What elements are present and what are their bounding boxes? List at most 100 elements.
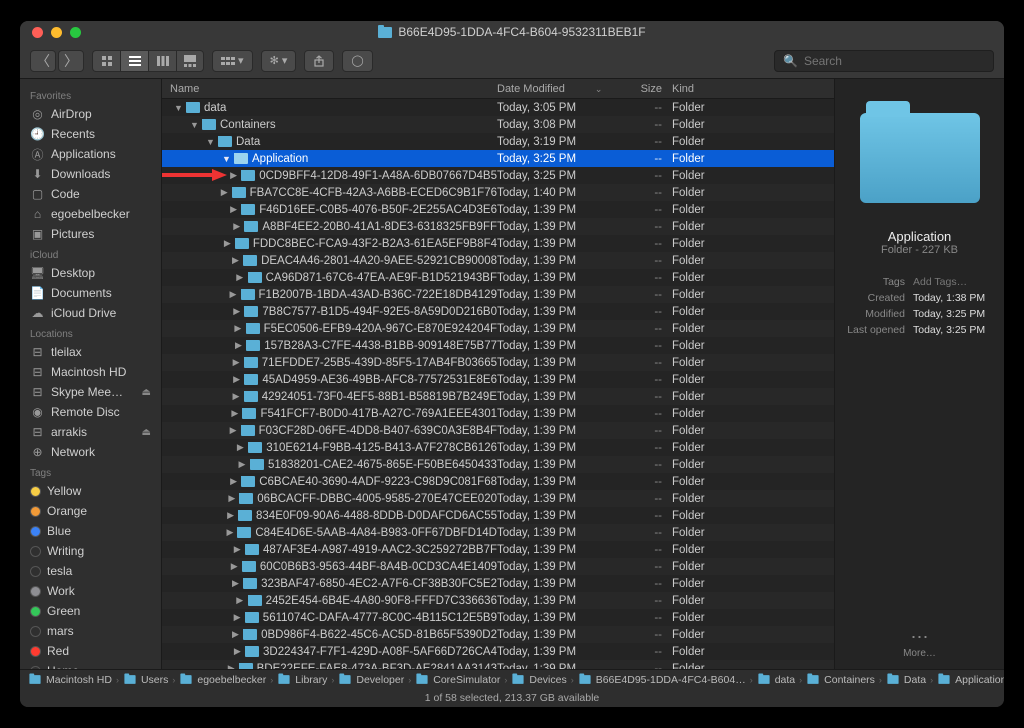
disclosure-triangle-icon[interactable]: ▶ <box>226 527 233 538</box>
sidebar-item[interactable]: mars <box>20 621 161 641</box>
file-row[interactable]: ▶310E6214-F9BB-4125-B413-A7F278CB6126Tod… <box>162 439 834 456</box>
disclosure-triangle-icon[interactable]: ▶ <box>234 646 242 657</box>
disclosure-triangle-icon[interactable]: ▶ <box>221 187 228 198</box>
file-row[interactable]: ▶F46D16EE-C0B5-4076-B50F-2E255AC4D3E6Tod… <box>162 201 834 218</box>
column-kind[interactable]: Kind <box>672 83 834 95</box>
path-item[interactable]: Users <box>123 674 168 686</box>
sidebar-item[interactable]: ▢Code <box>20 184 161 204</box>
file-row[interactable]: ▶157B28A3-C7FE-4438-B1BB-909148E75B77Tod… <box>162 337 834 354</box>
sidebar-item[interactable]: Blue <box>20 521 161 541</box>
sidebar-item[interactable]: ⌂egoebelbecker <box>20 204 161 224</box>
file-row[interactable]: ▶5611074C-DAFA-4777-8C0C-4B115C12E5B9Tod… <box>162 609 834 626</box>
file-row[interactable]: ▶06BCACFF-DBBC-4005-9585-270E47CEE020Tod… <box>162 490 834 507</box>
disclosure-triangle-icon[interactable]: ▶ <box>230 170 237 181</box>
file-row[interactable]: ▼dataToday, 3:05 PM--Folder <box>162 99 834 116</box>
file-row[interactable]: ▶3D224347-F7F1-429D-A08F-5AF66D726CA4Tod… <box>162 643 834 660</box>
disclosure-triangle-icon[interactable]: ▶ <box>232 629 239 640</box>
sidebar-item[interactable]: 🖥Desktop <box>20 263 161 283</box>
share-button[interactable] <box>304 50 334 72</box>
file-row[interactable]: ▶BDE22EFE-FAE8-473A-BF3D-AE2841AA3143Tod… <box>162 660 834 669</box>
file-row[interactable]: ▶FBA7CC8E-4CFB-42A3-A6BB-ECED6C9B1F76Tod… <box>162 184 834 201</box>
file-row[interactable]: ▶F1B2007B-1BDA-43AD-B36C-722E18DB4129Tod… <box>162 286 834 303</box>
gallery-view-button[interactable] <box>176 50 204 72</box>
disclosure-triangle-icon[interactable]: ▶ <box>232 357 239 368</box>
eject-icon[interactable]: ⏏ <box>142 387 151 398</box>
sidebar-item[interactable]: ⊟arrakis⏏ <box>20 422 161 442</box>
more-button[interactable]: ⋯More… <box>903 627 936 659</box>
disclosure-triangle-icon[interactable]: ▶ <box>224 238 231 249</box>
sidebar-item[interactable]: ⬇Downloads <box>20 164 161 184</box>
disclosure-triangle-icon[interactable]: ▶ <box>228 663 235 669</box>
disclosure-triangle-icon[interactable]: ▶ <box>233 612 240 623</box>
sidebar-item[interactable]: Orange <box>20 501 161 521</box>
forward-button[interactable]: 〉 <box>58 50 84 72</box>
file-row[interactable]: ▼DataToday, 3:19 PM--Folder <box>162 133 834 150</box>
path-item[interactable]: egoebelbecker <box>179 674 266 686</box>
disclosure-triangle-icon[interactable]: ▶ <box>233 306 240 317</box>
sidebar-item[interactable]: Red <box>20 641 161 661</box>
path-item[interactable]: Macintosh HD <box>28 674 112 686</box>
file-row[interactable]: ▶F03CF28D-06FE-4DD8-B407-639C0A3E8B4FTod… <box>162 422 834 439</box>
file-row[interactable]: ▶F5EC0506-EFB9-420A-967C-E870E924204FTod… <box>162 320 834 337</box>
disclosure-triangle-icon[interactable]: ▶ <box>230 425 237 436</box>
zoom-button[interactable] <box>70 27 81 38</box>
sidebar-item[interactable]: Work <box>20 581 161 601</box>
disclosure-triangle-icon[interactable]: ▶ <box>234 323 242 334</box>
sidebar-item[interactable]: ⊟tleilax <box>20 342 161 362</box>
sidebar-item[interactable]: Home <box>20 661 161 669</box>
sidebar-item[interactable]: ◉Remote Disc <box>20 402 161 422</box>
path-item[interactable]: B66E4D95-1DDA-4FC4-B604… <box>578 674 746 686</box>
file-row[interactable]: ▶DEAC4A46-2801-4A20-9AEE-52921CB90008Tod… <box>162 252 834 269</box>
file-row[interactable]: ▶0BD986F4-B622-45C6-AC5D-81B65F5390D2Tod… <box>162 626 834 643</box>
sidebar-item[interactable]: ⊟Skype Mee…⏏ <box>20 382 161 402</box>
file-row[interactable]: ▶7B8C7577-B1D5-494F-92E5-8A59D0D216B0Tod… <box>162 303 834 320</box>
file-row[interactable]: ▶A8BF4EE2-20B0-41A1-8DE3-6318325FB9FFTod… <box>162 218 834 235</box>
sidebar-item[interactable]: ⊟Macintosh HD <box>20 362 161 382</box>
disclosure-triangle-icon[interactable]: ▶ <box>235 340 243 351</box>
disclosure-triangle-icon[interactable]: ▼ <box>190 120 198 130</box>
disclosure-triangle-icon[interactable]: ▶ <box>229 289 236 300</box>
sidebar-item[interactable]: 📄Documents <box>20 283 161 303</box>
add-tags[interactable]: Add Tags… <box>913 276 994 288</box>
path-item[interactable]: Developer <box>338 674 404 686</box>
column-date[interactable]: Date Modified⌄ <box>497 83 617 95</box>
column-view-button[interactable] <box>148 50 176 72</box>
column-name[interactable]: Name <box>162 83 497 95</box>
column-size[interactable]: Size <box>617 83 672 95</box>
sidebar-item[interactable]: ⒶApplications <box>20 144 161 164</box>
file-row[interactable]: ▶C6BCAE40-3690-4ADF-9223-C98D9C081F68Tod… <box>162 473 834 490</box>
file-row[interactable]: ▶FDDC8BEC-FCA9-43F2-B2A3-61EA5EF9B8F4Tod… <box>162 235 834 252</box>
disclosure-triangle-icon[interactable]: ▶ <box>233 221 240 232</box>
disclosure-triangle-icon[interactable]: ▶ <box>236 442 244 453</box>
file-row[interactable]: ▶71EFDDE7-25B5-439D-85F5-17AB4FB03665Tod… <box>162 354 834 371</box>
path-item[interactable]: Library <box>277 674 327 686</box>
icon-view-button[interactable] <box>92 50 120 72</box>
file-row[interactable]: ▶487AF3E4-A987-4919-AAC2-3C259272BB7FTod… <box>162 541 834 558</box>
back-button[interactable]: 〈 <box>30 50 56 72</box>
path-item[interactable]: CoreSimulator <box>415 674 500 686</box>
file-row[interactable]: ▶42924051-73F0-4EF5-88B1-B58819B7B249ETo… <box>162 388 834 405</box>
search-input[interactable] <box>804 54 985 68</box>
disclosure-triangle-icon[interactable]: ▶ <box>231 561 238 572</box>
disclosure-triangle-icon[interactable]: ▼ <box>222 154 230 164</box>
disclosure-triangle-icon[interactable]: ▶ <box>236 272 244 283</box>
path-item[interactable]: Devices <box>511 674 566 686</box>
group-by-button[interactable]: ▾ <box>212 50 253 72</box>
action-button[interactable]: ✻ ▾ <box>261 50 297 72</box>
sidebar-item[interactable]: ☁iCloud Drive <box>20 303 161 323</box>
file-row[interactable]: ▶2452E454-6B4E-4A80-90F8-FFFD7C336636Tod… <box>162 592 834 609</box>
file-row[interactable]: ▶C84E4D6E-5AAB-4A84-B983-0FF67DBFD14DTod… <box>162 524 834 541</box>
sidebar-item[interactable]: ◎AirDrop <box>20 104 161 124</box>
path-item[interactable]: Data <box>886 674 926 686</box>
file-row[interactable]: ▶60C0B6B3-9563-44BF-8A4B-0CD3CA4E1409Tod… <box>162 558 834 575</box>
file-row[interactable]: ▶CA96D871-67C6-47EA-AE9F-B1D521943BFToda… <box>162 269 834 286</box>
file-row[interactable]: ▶45AD4959-AE36-49BB-AFC8-77572531E8E6Tod… <box>162 371 834 388</box>
sidebar-item[interactable]: ▣Pictures <box>20 224 161 244</box>
disclosure-triangle-icon[interactable]: ▶ <box>236 595 244 606</box>
disclosure-triangle-icon[interactable]: ▼ <box>206 137 214 147</box>
sidebar-item[interactable]: Yellow <box>20 481 161 501</box>
path-item[interactable]: data <box>757 674 795 686</box>
disclosure-triangle-icon[interactable]: ▶ <box>238 459 246 470</box>
disclosure-triangle-icon[interactable]: ▶ <box>232 255 239 266</box>
disclosure-triangle-icon[interactable]: ▶ <box>234 544 242 555</box>
